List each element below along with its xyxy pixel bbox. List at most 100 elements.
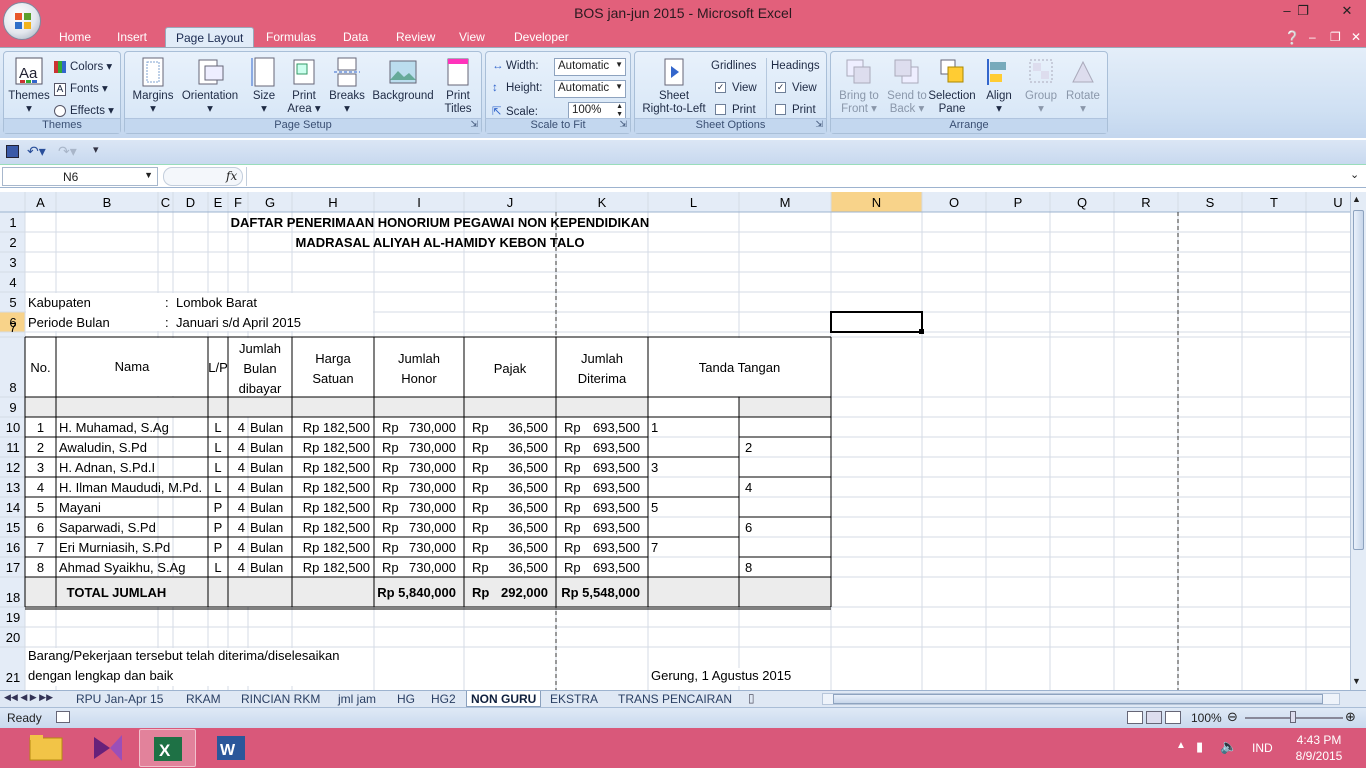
cell-diterima: 693,500 xyxy=(593,520,640,535)
workbook-restore-button[interactable]: ❐ xyxy=(1324,30,1347,48)
sheet-tab[interactable]: HG xyxy=(393,691,419,707)
sheet-options-launcher-icon[interactable]: ⇲ xyxy=(815,119,823,130)
width-icon: ↔ xyxy=(492,60,504,72)
sheet-options-group: Sheet Right-to-Left Gridlines ✓ View Print… xyxy=(634,51,827,134)
print-titles-button[interactable]: Print Titles xyxy=(438,56,478,116)
breaks-button[interactable]: Breaks ▾ xyxy=(327,56,367,116)
zoom-level[interactable]: 100% xyxy=(1191,711,1222,725)
tab-insert[interactable]: Insert xyxy=(111,30,153,48)
worksheet-grid[interactable]: A B C D E F G H I J K L M N O P Q R S T U 1 2 3 4 5 6 7 8 9 10 11 12 13 14… xyxy=(0,192,1350,690)
undo-icon[interactable]: ↶▾ xyxy=(27,143,46,160)
bring-to-front-button[interactable]: Bring to Front ▾ xyxy=(835,56,883,116)
gridlines-print-checkbox[interactable]: Print xyxy=(715,104,756,116)
rotate-button[interactable]: Rotate ▾ xyxy=(1063,56,1103,116)
name-box[interactable]: N6 ▼ xyxy=(2,167,158,186)
cell-rp: Rp xyxy=(564,440,581,455)
excel-taskbar-icon[interactable]: X xyxy=(139,729,196,767)
office-button[interactable] xyxy=(3,2,41,40)
sheet-tab[interactable]: RKAM xyxy=(182,691,225,707)
volume-icon[interactable]: 🔈 xyxy=(1220,738,1237,755)
scroll-up-icon[interactable]: ▲ xyxy=(1352,194,1361,204)
scroll-down-icon[interactable]: ▼ xyxy=(1352,676,1361,686)
scale-launcher-icon[interactable]: ⇲ xyxy=(619,119,627,130)
sheet-tab[interactable]: HG2 xyxy=(427,691,460,707)
zoom-out-icon[interactable]: ⊖ xyxy=(1227,709,1238,725)
width-dropdown[interactable]: Automatic ▼ xyxy=(554,58,626,76)
background-button[interactable]: Background xyxy=(369,56,437,103)
check-icon: ✓ xyxy=(715,82,726,94)
selection-pane-button[interactable]: Selection Pane xyxy=(927,56,977,116)
clock-date[interactable]: 8/9/2015 xyxy=(1291,749,1347,763)
workbook-minimize-button[interactable]: – xyxy=(1303,30,1322,48)
vertical-scroll-thumb[interactable] xyxy=(1353,210,1364,550)
sheet-tab[interactable]: RINCIAN RKM xyxy=(237,691,324,707)
colors-button[interactable]: Colors ▾ xyxy=(54,59,112,73)
column-header-label: N xyxy=(872,195,881,210)
page-setup-launcher-icon[interactable]: ⇲ xyxy=(470,119,478,130)
formula-controls: fx xyxy=(163,167,243,186)
close-button[interactable]: ✕ xyxy=(1330,0,1364,22)
network-icon[interactable]: ▮ xyxy=(1196,739,1203,755)
gridlines-view-checkbox[interactable]: ✓ View xyxy=(715,82,757,94)
show-hidden-icons[interactable]: ▲ xyxy=(1176,740,1186,751)
total-pajak: 292,000 xyxy=(501,585,548,600)
headings-view-checkbox[interactable]: ✓ View xyxy=(775,82,817,94)
file-explorer-icon[interactable] xyxy=(18,729,75,767)
macro-record-icon[interactable] xyxy=(56,711,70,723)
blank-row-shade xyxy=(739,397,831,417)
formula-input[interactable] xyxy=(246,167,1350,186)
themes-button[interactable]: Aa Themes ▾ xyxy=(8,56,50,116)
visual-studio-icon[interactable] xyxy=(80,729,137,767)
sheet-tab[interactable]: EKSTRA xyxy=(546,691,602,707)
sheet-tab[interactable]: RPU Jan-Apr 15 xyxy=(72,691,167,707)
sheet-tab-active[interactable]: NON GURU xyxy=(466,691,542,707)
insert-sheet-icon[interactable]: ▯ xyxy=(748,691,755,705)
group-button[interactable]: Group ▾ xyxy=(1021,56,1061,116)
word-taskbar-icon[interactable]: W xyxy=(203,729,260,767)
page-layout-view-icon[interactable] xyxy=(1146,711,1162,724)
orientation-button[interactable]: Orientation ▾ xyxy=(179,56,241,116)
language-indicator[interactable]: IND xyxy=(1252,741,1273,755)
height-dropdown[interactable]: Automatic ▼ xyxy=(554,80,626,98)
effects-button[interactable]: Effects ▾ xyxy=(54,103,114,117)
normal-view-icon[interactable] xyxy=(1127,711,1143,724)
fonts-button[interactable]: A Fonts ▾ xyxy=(54,81,108,96)
sheet-tab[interactable]: TRANS PENCAIRAN xyxy=(614,691,736,707)
help-icon[interactable]: ❔ xyxy=(1278,30,1306,48)
customize-qat-icon[interactable]: ▾ xyxy=(93,143,99,156)
margins-button[interactable]: Margins ▾ xyxy=(131,56,175,116)
zoom-slider-thumb[interactable] xyxy=(1290,711,1296,723)
clock-time[interactable]: 4:43 PM xyxy=(1294,733,1344,747)
tab-developer[interactable]: Developer xyxy=(508,30,575,48)
cell-diterima: 693,500 xyxy=(593,480,640,495)
signature-number: 2 xyxy=(745,440,752,455)
sheet-tab[interactable]: jml jam xyxy=(334,691,380,707)
size-button[interactable]: Size ▾ xyxy=(247,56,281,116)
page-break-view-icon[interactable] xyxy=(1165,711,1181,724)
workbook-close-button[interactable]: ✕ xyxy=(1345,30,1366,48)
restore-button[interactable]: ❐ xyxy=(1288,0,1318,22)
tab-home[interactable]: Home xyxy=(53,30,97,48)
print-titles-icon xyxy=(447,58,469,86)
vertical-scrollbar[interactable]: ▲ ▼ xyxy=(1350,192,1366,690)
insert-function-button[interactable]: fx xyxy=(226,169,237,183)
horizontal-scroll-thumb[interactable] xyxy=(833,694,1323,704)
horizontal-scrollbar[interactable] xyxy=(822,693,1340,705)
save-icon[interactable] xyxy=(6,145,19,158)
headings-print-checkbox[interactable]: Print xyxy=(775,104,816,116)
tab-formulas[interactable]: Formulas xyxy=(260,30,322,48)
redo-icon[interactable]: ↷▾ xyxy=(58,143,77,160)
tab-data[interactable]: Data xyxy=(337,30,374,48)
zoom-in-icon[interactable]: ⊕ xyxy=(1345,709,1356,725)
expand-formula-bar-icon[interactable]: ⌄ xyxy=(1350,168,1359,181)
align-button[interactable]: Align ▾ xyxy=(981,56,1017,116)
cell-diterima: 693,500 xyxy=(593,460,640,475)
headings-label: Headings xyxy=(771,60,820,72)
tab-page-layout[interactable]: Page Layout xyxy=(165,27,255,49)
sheet-right-to-left-button[interactable]: Sheet Right-to-Left xyxy=(639,56,709,116)
print-area-button[interactable]: Print Area ▾ xyxy=(285,56,323,116)
sheet-nav-icons[interactable]: ◀◀ ◀ ▶ ▶▶ xyxy=(4,692,53,703)
tab-review[interactable]: Review xyxy=(390,30,441,48)
send-to-back-button[interactable]: Send to Back ▾ xyxy=(883,56,931,116)
tab-view[interactable]: View xyxy=(453,30,491,48)
